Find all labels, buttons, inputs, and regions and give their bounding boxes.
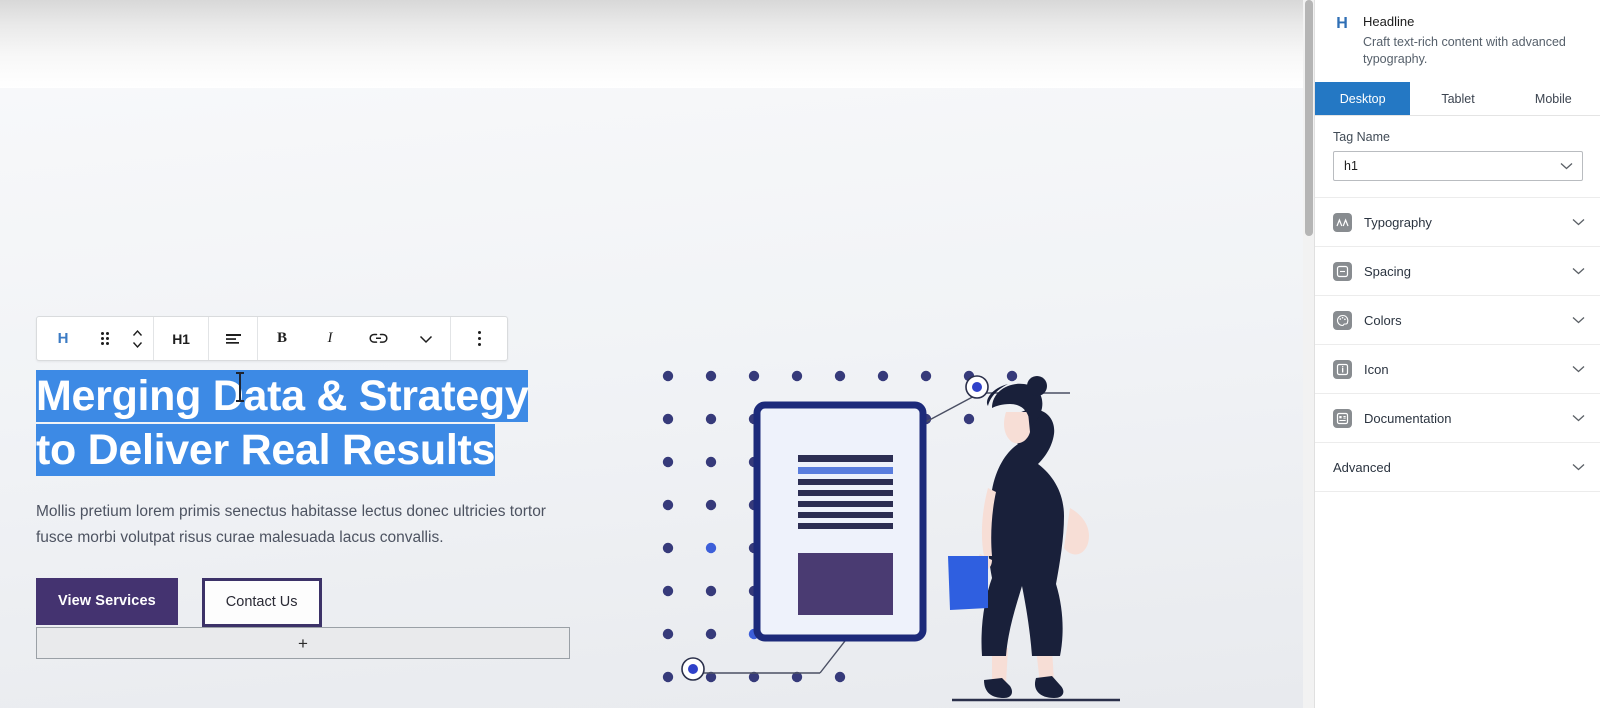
sidebar-section-label: Documentation [1364,410,1452,426]
spacing-icon [1333,261,1352,281]
sidebar-header: H Headline Craft text-rich content with … [1315,0,1600,82]
sidebar-section-label: Icon [1364,361,1389,377]
sidebar-section-label: Advanced [1333,459,1391,475]
paragraph-block[interactable]: Mollis pretium lorem primis senectus hab… [36,499,576,551]
inner-block-appender[interactable]: + [36,627,570,659]
editor-app: H H1 B I Merging Data & Strategy to Deli… [0,0,1600,708]
toolbar-group-align [209,317,258,360]
chevron-down-icon [1572,365,1585,373]
view-services-button[interactable]: View Services [36,578,178,625]
canvas-top-gradient [0,0,1305,88]
text-align-icon[interactable] [209,318,257,359]
sidebar-block-description: Craft text-rich content with advanced ty… [1363,35,1566,66]
heading-line-2[interactable]: to Deliver Real Results [36,424,495,476]
canvas-vertical-scrollbar[interactable] [1305,0,1313,236]
tab-desktop[interactable]: Desktop [1315,82,1411,115]
tag-name-select[interactable]: h1 [1333,151,1583,181]
canvas-content-area: H H1 B I Merging Data & Strategy to Deli… [0,88,1305,708]
chevron-down-icon [1560,162,1573,170]
toolbar-group-heading-level: H1 [154,317,209,360]
sidebar-section-advanced[interactable]: Advanced [1315,443,1600,492]
sidebar-section-label: Typography [1364,214,1432,230]
palette-icon [1333,310,1352,330]
sidebar-section-icon[interactable]: Icon [1315,345,1600,394]
text-cursor-icon [236,372,244,402]
tag-name-field: Tag Name h1 [1315,116,1600,198]
sidebar-section-spacing[interactable]: Spacing [1315,247,1600,296]
toolbar-group-block: H [37,317,154,360]
typography-icon [1333,212,1352,232]
heading-line-1[interactable]: Merging Data & Strategy [36,370,529,422]
link-icon[interactable] [354,318,402,359]
settings-sidebar: H Headline Craft text-rich content with … [1314,0,1600,708]
sidebar-section-documentation[interactable]: Documentation [1315,394,1600,443]
chevron-down-icon [1572,218,1585,226]
headline-block-icon: H [1336,15,1348,32]
sidebar-block-title: Headline [1363,14,1415,29]
sidebar-section-label: Spacing [1364,263,1411,279]
italic-button[interactable]: I [306,318,354,359]
block-toolbar[interactable]: H H1 B I [36,316,508,361]
tag-name-label: Tag Name [1333,130,1390,144]
heading-block[interactable]: Merging Data & Strategy to Deliver Real … [36,369,582,477]
tab-mobile[interactable]: Mobile [1505,82,1600,115]
sidebar-section-colors[interactable]: Colors [1315,296,1600,345]
page-title[interactable]: Merging Data & Strategy to Deliver Real … [36,369,582,477]
info-box-icon [1333,359,1352,379]
chevron-down-icon [1572,463,1585,471]
documentation-icon [1333,408,1352,428]
toolbar-group-more [451,317,507,360]
chevron-down-icon [1572,316,1585,324]
toolbar-group-format: B I [258,317,451,360]
tab-tablet[interactable]: Tablet [1410,82,1506,115]
heading-block-icon[interactable]: H [37,318,89,359]
sidebar-section-label: Colors [1364,312,1402,328]
editor-canvas: H H1 B I Merging Data & Strategy to Deli… [0,0,1305,708]
heading-level-button[interactable]: H1 [154,318,208,359]
bold-button[interactable]: B [258,318,306,359]
chevron-down-icon[interactable] [402,318,450,359]
drag-handle-icon[interactable] [89,318,121,359]
contact-us-button[interactable]: Contact Us [201,578,322,627]
chevron-down-icon [1572,414,1585,422]
move-up-down-icon[interactable] [121,318,153,359]
business-analytics-illustration [640,348,1200,708]
tag-name-value: h1 [1344,159,1358,173]
kebab-menu-icon[interactable] [451,318,507,359]
chevron-down-icon [1572,267,1585,275]
device-tabs: Desktop Tablet Mobile [1315,82,1600,116]
sidebar-section-typography[interactable]: Typography [1315,198,1600,247]
cta-button-row: View Services Contact Us [36,578,322,627]
